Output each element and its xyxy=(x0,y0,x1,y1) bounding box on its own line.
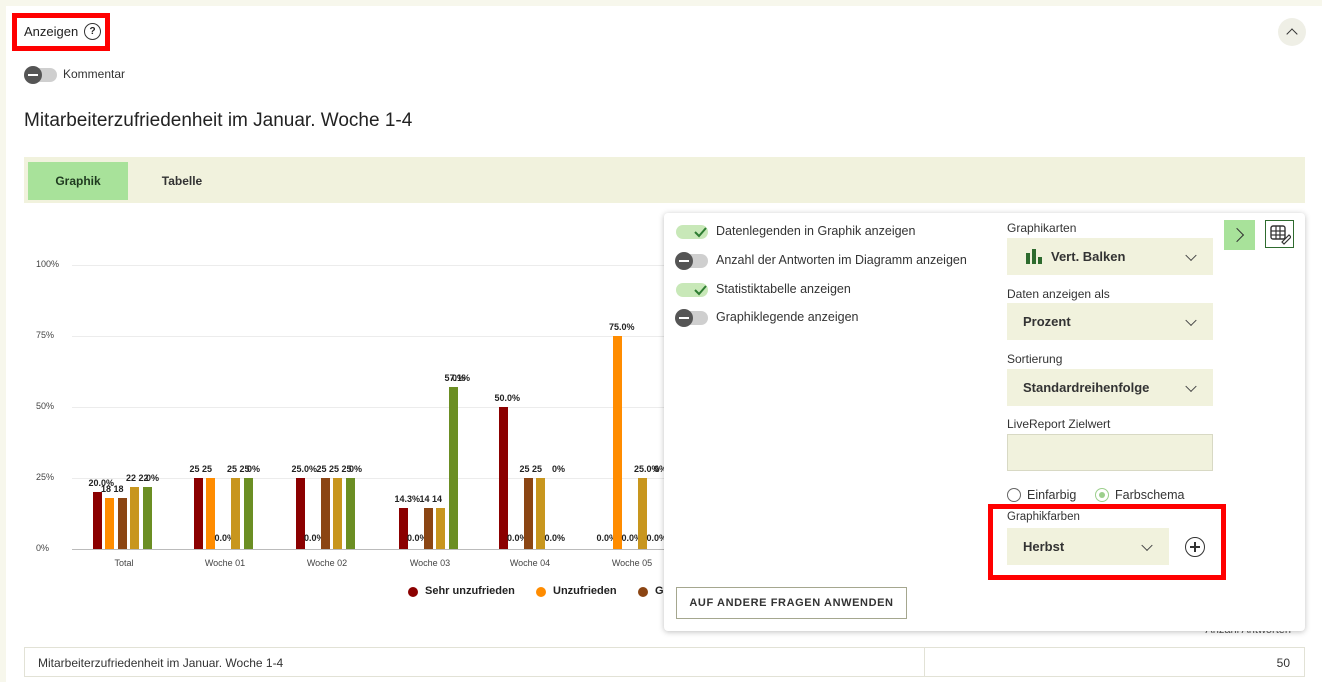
check-icon xyxy=(694,285,707,296)
check-icon xyxy=(694,227,707,238)
legend-label-0: Sehr unzufrieden xyxy=(425,585,515,597)
graph-legend-toggle[interactable] xyxy=(675,309,708,327)
radio-single-color-label: Einfarbig xyxy=(1027,488,1077,502)
target-input[interactable] xyxy=(1007,434,1213,471)
radio-color-scheme-label: Farbschema xyxy=(1115,488,1185,502)
question-title: Mitarbeiterzufriedenheit im Januar. Woch… xyxy=(24,110,413,131)
bar-chart-icon xyxy=(1026,249,1042,264)
chevron-down-icon xyxy=(1185,249,1197,261)
graph-type-select[interactable]: Vert. Balken xyxy=(1007,238,1213,275)
table-divider xyxy=(924,648,925,676)
tab-graphik[interactable]: Graphik xyxy=(28,162,128,200)
data-labels-toggle-label: Datenlegenden in Graphik anzeigen xyxy=(716,224,916,238)
comment-toggle[interactable] xyxy=(24,66,57,84)
comment-toggle-label: Kommentar xyxy=(63,67,126,81)
highlight-box-header xyxy=(12,13,110,51)
sort-value: Standardreihenfolge xyxy=(1023,380,1150,395)
chevron-down-icon xyxy=(1185,314,1197,326)
table-edit-icon xyxy=(1269,225,1291,245)
collapse-button[interactable] xyxy=(1278,18,1306,46)
graph-legend-toggle-label: Graphiklegende anzeigen xyxy=(716,310,859,324)
stats-table-toggle-label: Statistiktabelle anzeigen xyxy=(716,282,851,296)
legend-dot-1 xyxy=(536,587,546,597)
answer-count-toggle[interactable] xyxy=(675,252,708,270)
chevron-up-icon xyxy=(1286,28,1298,40)
table-edit-button[interactable] xyxy=(1265,220,1294,248)
display-as-value: Prozent xyxy=(1023,314,1071,329)
chevron-down-icon xyxy=(1185,380,1197,392)
table-row-label: Mitarbeiterzufriedenheit im Januar. Woch… xyxy=(38,656,284,670)
sort-label: Sortierung xyxy=(1007,352,1063,366)
legend-dot-2 xyxy=(638,587,648,597)
legend-dot-0 xyxy=(408,587,418,597)
tab-tabelle[interactable]: Tabelle xyxy=(132,162,232,200)
next-button[interactable] xyxy=(1224,220,1255,250)
sort-select[interactable]: Standardreihenfolge xyxy=(1007,369,1213,406)
legend-label-2: G xyxy=(655,585,664,597)
radio-color-scheme[interactable] xyxy=(1095,488,1109,502)
answer-count-toggle-label: Anzahl der Antworten im Diagramm anzeige… xyxy=(716,253,967,267)
highlight-box-colors xyxy=(988,504,1226,580)
chevron-right-icon xyxy=(1229,227,1245,243)
graph-type-value: Vert. Balken xyxy=(1051,249,1126,264)
display-as-label: Daten anzeigen als xyxy=(1007,287,1110,301)
graph-type-label: Graphikarten xyxy=(1007,221,1077,235)
table-row: Mitarbeiterzufriedenheit im Januar. Woch… xyxy=(24,647,1305,677)
display-as-select[interactable]: Prozent xyxy=(1007,303,1213,340)
apply-to-other-questions-button[interactable]: AUF ANDERE FRAGEN ANWENDEN xyxy=(676,587,907,619)
stats-table-toggle[interactable] xyxy=(676,283,708,297)
target-label: LiveReport Zielwert xyxy=(1007,417,1111,431)
data-labels-toggle[interactable] xyxy=(676,225,708,239)
legend-label-1: Unzufrieden xyxy=(553,585,617,597)
table-row-value: 50 xyxy=(1276,656,1290,670)
radio-single-color[interactable] xyxy=(1007,488,1021,502)
